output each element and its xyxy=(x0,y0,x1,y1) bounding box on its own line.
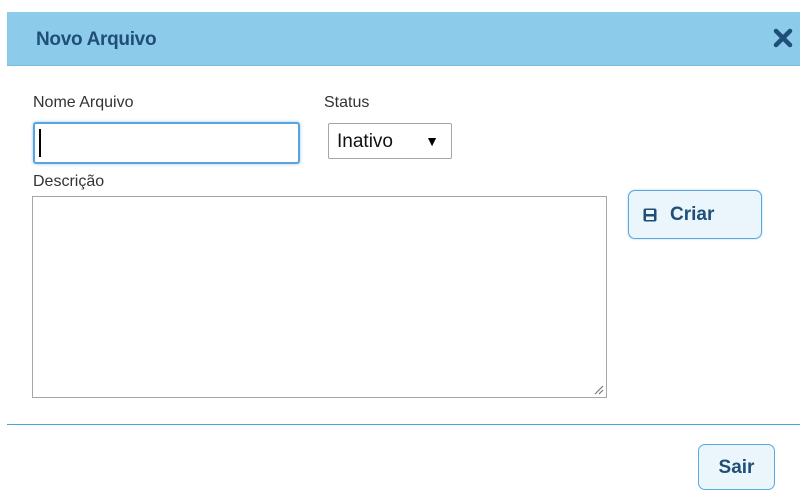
exit-button-label: Sair xyxy=(718,457,755,478)
new-file-dialog: Novo Arquivo Nome Arquivo Status Inativo… xyxy=(0,0,800,502)
name-input[interactable] xyxy=(33,122,300,164)
status-select[interactable]: Inativo ▼ xyxy=(328,123,452,159)
footer-divider xyxy=(7,424,800,425)
exit-button[interactable]: Sair xyxy=(698,444,775,490)
close-icon xyxy=(773,28,793,48)
status-selected-value: Inativo xyxy=(337,131,393,152)
name-label: Nome Arquivo xyxy=(33,94,134,111)
dropdown-arrow-icon: ▼ xyxy=(425,133,439,149)
close-button[interactable] xyxy=(772,26,794,50)
dialog-title: Novo Arquivo xyxy=(36,29,157,50)
create-button-label: Criar xyxy=(670,204,715,225)
description-label: Descrição xyxy=(33,173,105,190)
create-button[interactable]: Criar xyxy=(628,190,762,239)
status-label: Status xyxy=(324,94,370,111)
dialog-titlebar: Novo Arquivo xyxy=(7,12,800,66)
resize-grip-icon[interactable] xyxy=(590,381,604,395)
description-textarea[interactable] xyxy=(32,196,607,398)
save-icon xyxy=(643,208,657,222)
text-caret xyxy=(39,129,41,157)
